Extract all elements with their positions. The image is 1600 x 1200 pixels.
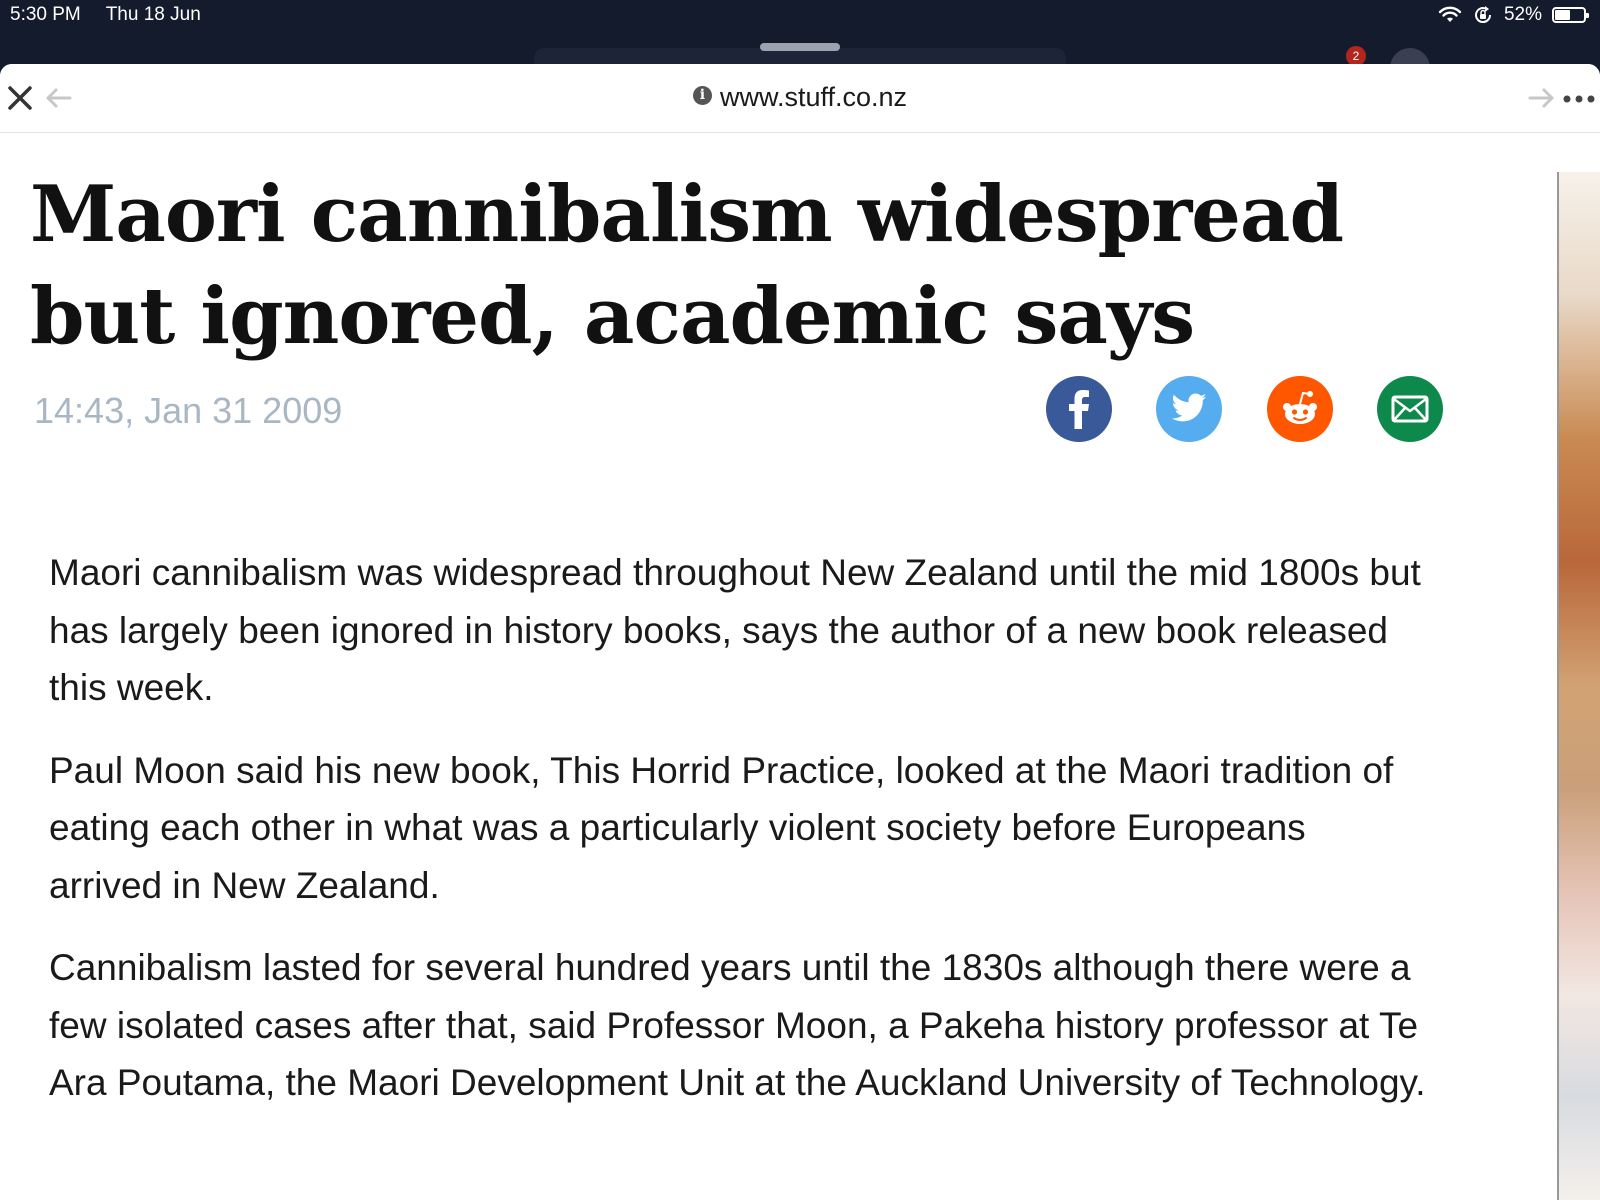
sheet-grabber-handle[interactable] [760, 43, 840, 51]
battery-icon [1552, 7, 1589, 23]
article-headline: Maori cannibalism widespread but ignored… [30, 164, 1430, 368]
in-app-browser-sheet: i www.stuff.co.nz Maori cannibalism wides… [0, 64, 1600, 1200]
forward-arrow-icon[interactable] [1528, 86, 1556, 110]
facebook-icon [1069, 390, 1089, 429]
article-side-image [1557, 172, 1600, 1200]
battery-level [1555, 10, 1570, 20]
status-time: 5:30 PM [10, 4, 81, 25]
orientation-lock-icon [1475, 6, 1491, 24]
twitter-icon [1171, 393, 1207, 422]
share-twitter-button[interactable] [1156, 376, 1222, 442]
headline-line-1: Maori cannibalism widespread [30, 169, 1344, 260]
info-icon[interactable]: i [692, 86, 712, 106]
share-reddit-button[interactable] [1267, 376, 1333, 442]
article-paragraph: Paul Moon said his new book, This Horrid… [49, 749, 1394, 906]
article-paragraph: Cannibalism lasted for several hundred y… [49, 947, 1426, 1103]
share-facebook-button[interactable] [1046, 376, 1112, 442]
status-bar: 5:30 PM Thu 18 Jun 52% 2 [0, 0, 1600, 72]
email-icon [1391, 395, 1429, 423]
notification-badge: 2 [1346, 46, 1366, 66]
battery-percent: 52% [1503, 4, 1542, 25]
address-bar[interactable]: i www.stuff.co.nz [0, 82, 1600, 113]
browser-nav-bar: i www.stuff.co.nz [0, 64, 1600, 133]
more-icon[interactable] [1562, 94, 1598, 104]
article-paragraph: Maori cannibalism was widespread through… [49, 552, 1421, 708]
article-timestamp: 14:43, Jan 31 2009 [34, 390, 343, 431]
headline-line-2: but ignored, academic says [30, 271, 1195, 362]
article-body: Maori cannibalism was widespread through… [49, 544, 1429, 1137]
wifi-icon [1438, 6, 1462, 22]
url-text: www.stuff.co.nz [719, 82, 908, 112]
share-email-button[interactable] [1377, 376, 1443, 442]
reddit-icon [1283, 391, 1317, 424]
status-date: Thu 18 Jun [105, 4, 201, 25]
